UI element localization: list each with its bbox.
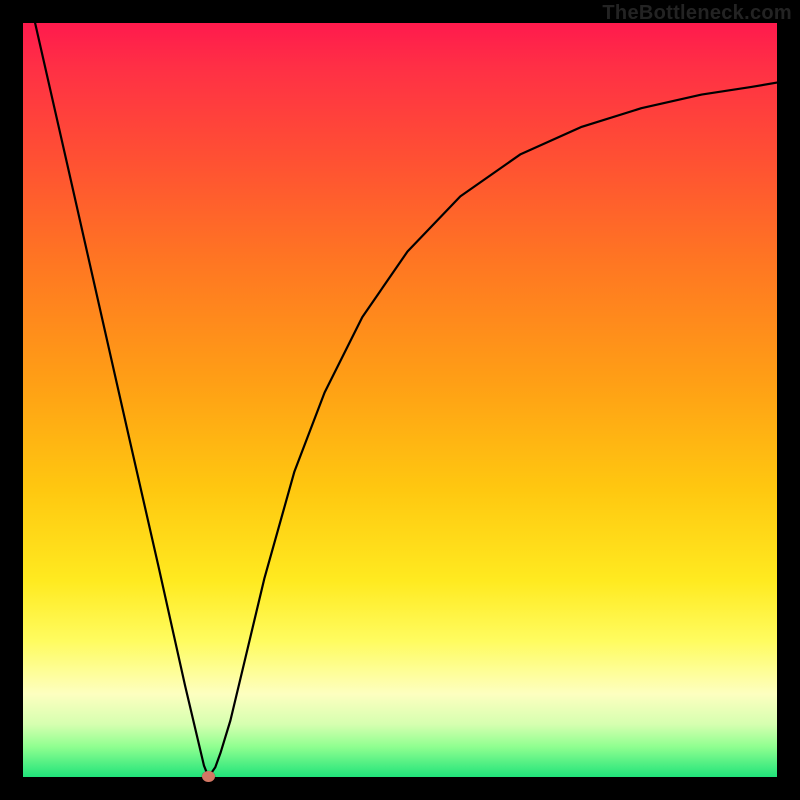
watermark-text: TheBottleneck.com	[602, 2, 792, 25]
minimum-marker	[202, 771, 215, 782]
plot-area	[23, 23, 777, 777]
chart-container: TheBottleneck.com	[0, 0, 800, 800]
